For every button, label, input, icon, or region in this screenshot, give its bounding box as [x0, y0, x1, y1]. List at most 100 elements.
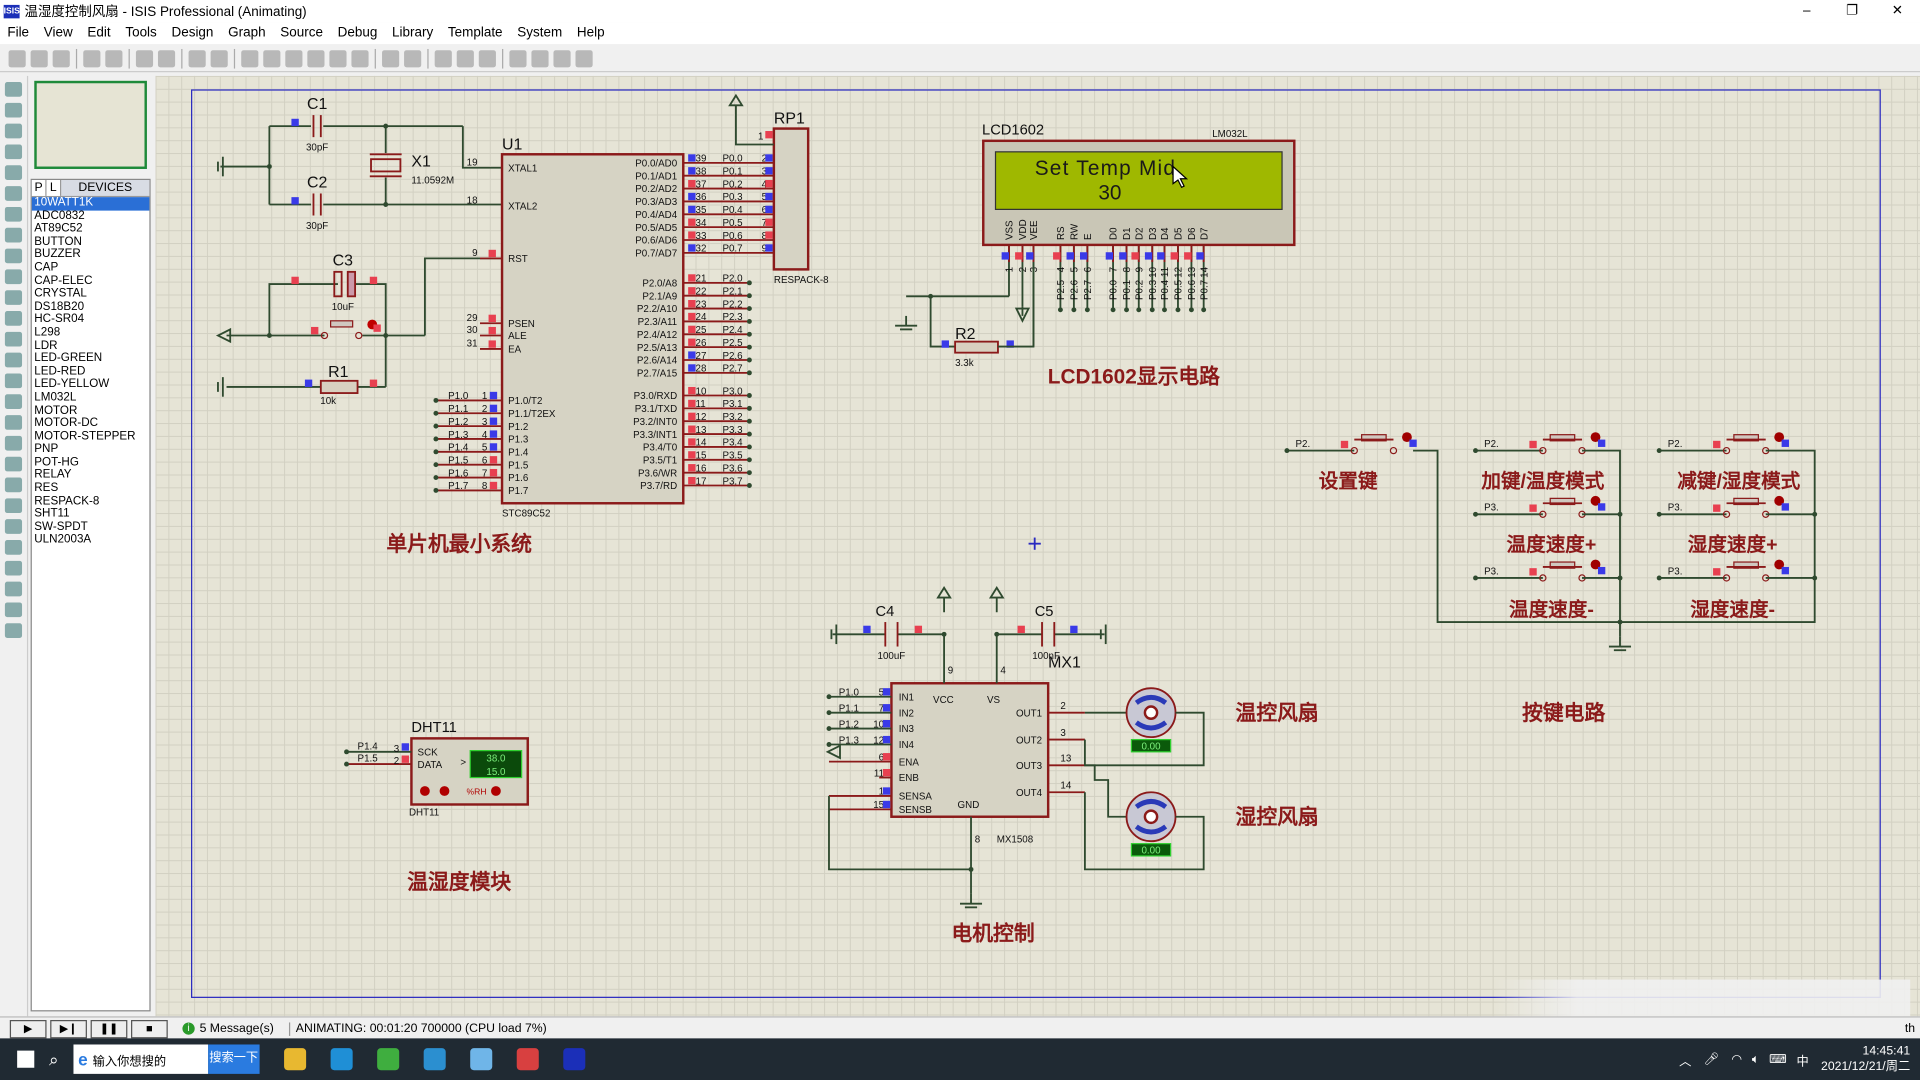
net-label: P0.0: [722, 154, 743, 165]
resistor-r2-ref: R2: [955, 326, 975, 343]
info-icon: i: [182, 1022, 195, 1035]
logic-state-marker: [688, 244, 696, 252]
logic-state-marker: [1053, 252, 1061, 260]
lcd-pin-number: 7: [1109, 267, 1120, 272]
logic-state-marker: [369, 276, 378, 285]
pin-number: 8: [482, 481, 488, 492]
qq-icon[interactable]: [470, 1048, 493, 1071]
ime-indicator[interactable]: 中: [1797, 1050, 1809, 1068]
isis-icon[interactable]: [563, 1048, 586, 1071]
resistor-r2: [954, 340, 999, 354]
net-label: P1.7: [448, 481, 468, 492]
file-explorer-icon[interactable]: [283, 1048, 306, 1071]
animation-status: ANIMATING: 00:01:20 700000 (CPU load 7%): [288, 1021, 547, 1036]
net-label: P2.3: [722, 312, 743, 323]
junction: [746, 331, 752, 337]
logic-state-marker: [688, 476, 696, 485]
pin-number: 16: [696, 463, 707, 474]
search-input[interactable]: 输入你想搜的: [93, 1050, 166, 1068]
microphone-icon[interactable]: 🎤︎: [1704, 1052, 1720, 1065]
lcd-pin-number: 8: [1122, 266, 1133, 272]
junction: [1656, 575, 1662, 581]
pin-number: 5: [482, 443, 488, 454]
junction: [1057, 307, 1063, 313]
logic-state-marker: [688, 351, 696, 359]
isis-window: ISIS 温湿度控制风扇 - ISIS Professional (Animat…: [0, 0, 1920, 1080]
net-label: P2.5: [1056, 279, 1067, 300]
keyboard-icon[interactable]: ⌨: [1769, 1052, 1787, 1065]
logic-state-marker: [291, 276, 299, 285]
step-button[interactable]: ▶❙: [50, 1019, 87, 1038]
logic-state-marker: [688, 167, 696, 175]
logic-state-marker: [489, 391, 498, 400]
pin-number: 38: [696, 166, 707, 177]
lcd-pin-number: 1: [1005, 267, 1016, 272]
logic-state-marker: [1184, 252, 1192, 260]
logic-state-marker: [688, 180, 696, 188]
logic-state-marker: [401, 743, 409, 751]
lcd-pin-name: D3: [1148, 227, 1159, 240]
clock[interactable]: 14:45:41 2021/12/21/周二: [1821, 1043, 1910, 1075]
net-label: P2.: [1296, 439, 1311, 450]
pin-number: 13: [696, 425, 707, 436]
search-icon[interactable]: ⌕: [49, 1049, 59, 1070]
pause-button[interactable]: ❚❚: [90, 1019, 128, 1038]
logic-state-marker: [688, 205, 696, 214]
junction: [433, 397, 439, 403]
pin-number: 29: [467, 313, 478, 324]
logic-state-marker: [1529, 504, 1537, 512]
junction: [826, 710, 832, 716]
pin-name: P3.7/RD: [640, 481, 677, 492]
pin-number: 28: [696, 364, 707, 375]
pin-name: P0.2/AD2: [635, 184, 677, 195]
edge-icon[interactable]: [330, 1048, 353, 1071]
logic-state-marker: [765, 205, 773, 214]
junction: [1188, 307, 1194, 313]
net-label: P2.1: [722, 286, 742, 297]
power-terminal-icon: [728, 93, 744, 107]
junction: [994, 631, 1000, 637]
tray-chevron-icon[interactable]: ︿: [1679, 1050, 1691, 1068]
play-button[interactable]: ▶: [9, 1019, 47, 1038]
pin-number: 37: [696, 179, 707, 190]
wifi-icon[interactable]: ◠: [1731, 1052, 1742, 1065]
pin-name: DATA: [418, 760, 443, 771]
lcd-pin-name: VSS: [1005, 220, 1016, 240]
dht11-unit: %RH: [467, 787, 487, 797]
search-box[interactable]: e 输入你想搜的: [73, 1044, 208, 1074]
logic-state-marker: [1597, 566, 1606, 575]
junction: [433, 423, 439, 429]
messages-button[interactable]: i 5 Message(s): [182, 1022, 274, 1035]
media-player-icon[interactable]: [423, 1048, 446, 1071]
junction: [266, 333, 272, 338]
search-button[interactable]: 搜索一下: [207, 1044, 260, 1074]
video-icon[interactable]: [516, 1048, 539, 1071]
lcd-pin-name: RS: [1056, 226, 1067, 240]
windows-start-icon[interactable]: [17, 1050, 35, 1068]
pin-name: SENSA: [899, 792, 933, 803]
motor-fan-1: [1143, 705, 1159, 721]
mx1-part: MX1508: [997, 834, 1034, 845]
pin-name: P3.6/WR: [638, 468, 677, 479]
stop-button[interactable]: ■: [131, 1019, 168, 1038]
pin-number: 35: [696, 205, 707, 216]
net-label: P1.1: [839, 703, 859, 714]
logic-state-marker: [882, 768, 891, 777]
pin-number: 26: [696, 338, 707, 349]
logic-state-marker: [765, 192, 773, 201]
key-label-temp-up: 温度速度+: [1507, 533, 1597, 556]
lcd-ref: LCD1602: [982, 123, 1044, 139]
net-label: P1.5: [358, 754, 379, 765]
volume-icon[interactable]: 🔈︎: [1752, 1052, 1759, 1065]
lcd-pin-number: 5: [1070, 266, 1081, 272]
pin-name: P2.1/A9: [642, 291, 677, 302]
browser-360-icon[interactable]: [376, 1048, 399, 1071]
lcd-pin-name: D5: [1174, 227, 1185, 240]
logic-state-marker: [369, 379, 378, 387]
lcd-pin-number: 3: [1029, 266, 1040, 272]
key-label-minus: 减键/湿度模式: [1677, 469, 1800, 492]
lcd-pin-number: 4: [1056, 266, 1067, 272]
logic-state-marker: [882, 704, 891, 712]
capacitor-c3-ref: C3: [333, 253, 353, 270]
net-label: P0.2: [1134, 280, 1145, 300]
